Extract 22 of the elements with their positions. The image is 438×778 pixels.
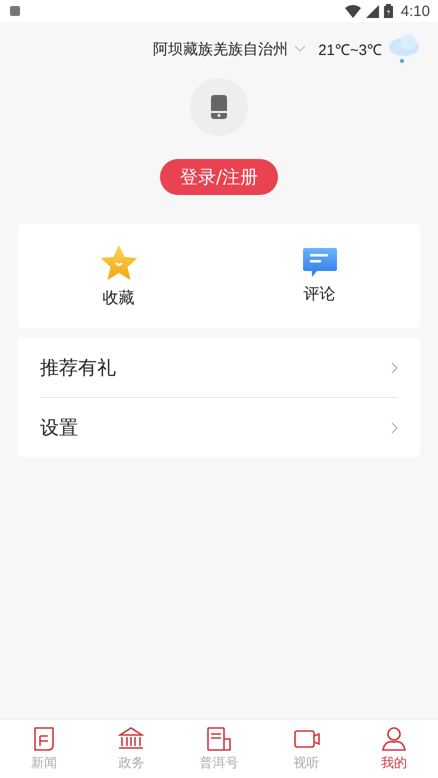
menu-item[interactable]: 设置 (40, 397, 398, 457)
location-selector[interactable]: 阿坝藏族羌族自治州 (153, 40, 288, 58)
person-icon (381, 726, 408, 750)
rain-cloud-icon (388, 34, 420, 64)
chevron-right-icon (391, 362, 398, 374)
status-time: 4:10 (400, 2, 430, 20)
comment-icon (302, 248, 336, 278)
shortcut-item[interactable]: 评论 (280, 248, 360, 304)
chevron-right-icon (391, 422, 398, 434)
wifi-icon (344, 4, 361, 18)
battery-icon (384, 4, 393, 18)
signal-icon (366, 4, 379, 18)
login-button[interactable]: 登录/注册 (160, 159, 278, 195)
menu-item[interactable]: 推荐有礼 (40, 338, 398, 397)
star-icon (98, 244, 138, 282)
notification-icon (10, 6, 20, 16)
temperature-text: 21℃~3℃ (318, 41, 382, 59)
nav-tab[interactable]: 我的 (364, 726, 424, 772)
newspaper-icon (206, 726, 232, 750)
shortcut-item[interactable]: 收藏 (78, 244, 158, 308)
phone-icon (211, 95, 227, 119)
building-icon (118, 726, 144, 750)
